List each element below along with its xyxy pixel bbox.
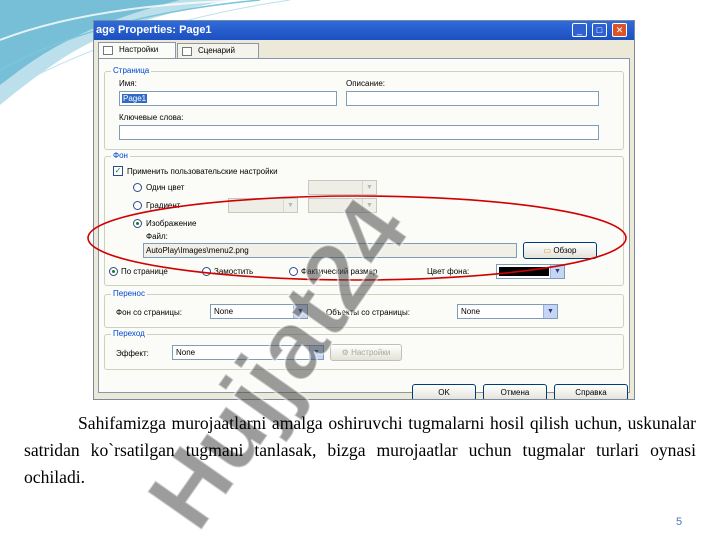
gradient-color2-combo[interactable]: ▼ — [308, 198, 377, 213]
settings-tab-icon — [103, 46, 113, 55]
chevron-down-icon: ▼ — [283, 199, 297, 212]
name-field[interactable]: Page1 — [119, 91, 337, 106]
browse-button[interactable]: ▭ Обзор — [523, 242, 597, 259]
effect-combo[interactable]: None ▼ — [172, 345, 324, 360]
solid-color-combo[interactable]: ▼ — [308, 180, 377, 195]
background-group: Фон ✓ Применить пользовательские настрой… — [104, 151, 624, 286]
objects-from-page-label: Объекты со страницы: — [326, 308, 410, 317]
mode-tile-radio[interactable] — [202, 267, 211, 276]
mode-center-label: По странице — [121, 267, 168, 276]
script-tab-icon — [182, 47, 192, 56]
tab-script-label: Сценарий — [198, 46, 235, 55]
file-path-field[interactable]: AutoPlay\Images\menu2.png — [143, 243, 517, 258]
description-label: Описание: — [346, 79, 386, 88]
effect-value: None — [176, 348, 196, 357]
browse-label: Обзор — [553, 246, 577, 255]
objects-from-page-value: None — [461, 307, 481, 316]
mode-center-radio[interactable] — [109, 267, 118, 276]
color-swatch — [499, 267, 549, 276]
dialog-title: age Properties: Page1 — [94, 21, 634, 40]
page-group-title: Страница — [111, 66, 152, 75]
bg-from-page-value: None — [214, 307, 234, 316]
effect-label: Эффект: — [116, 349, 149, 358]
file-label: Файл: — [146, 232, 168, 241]
image-radio[interactable] — [133, 219, 142, 228]
chevron-down-icon: ▼ — [543, 305, 557, 318]
page-properties-dialog: age Properties: Page1 _ □ ✕ Настройки Сц… — [93, 20, 635, 400]
mode-tile-label: Замостить — [214, 267, 254, 276]
bg-color-label: Цвет фона: — [427, 267, 470, 276]
transition-settings-button[interactable]: ⚙ Настройки — [330, 344, 402, 361]
bg-from-page-combo[interactable]: None ▼ — [210, 304, 308, 319]
transfer-group: Перенос Фон со страницы: None ▼ Объекты с… — [104, 289, 624, 328]
help-button[interactable]: Справка — [554, 384, 628, 399]
mode-actual-label: Фактический размер — [301, 267, 378, 276]
keywords-label: Ключевые слова: — [119, 113, 184, 122]
bg-color-combo[interactable]: ▼ — [496, 264, 565, 279]
gear-icon: ⚙ — [341, 348, 352, 357]
use-custom-checkbox[interactable]: ✓ — [113, 166, 123, 176]
tab-settings[interactable]: Настройки — [98, 42, 176, 59]
folder-icon: ▭ — [543, 246, 554, 255]
gradient-color1-combo[interactable]: ▼ — [228, 198, 298, 213]
description-field[interactable] — [346, 91, 599, 106]
objects-from-page-combo[interactable]: None ▼ — [457, 304, 558, 319]
cancel-button[interactable]: Отмена — [483, 384, 547, 399]
caption-paragraph: Sahifamizga murojaatlarni amalga oshiruv… — [24, 413, 696, 487]
transfer-group-title: Перенос — [111, 289, 147, 298]
use-custom-label: Применить пользовательские настройки — [127, 167, 278, 176]
gradient-label: Градиент — [146, 201, 181, 210]
chevron-down-icon: ▼ — [309, 346, 323, 359]
chevron-down-icon: ▼ — [550, 265, 564, 278]
chevron-down-icon: ▼ — [362, 199, 376, 212]
transition-group: Переход Эффект: None ▼ ⚙ Настройки — [104, 329, 624, 370]
minimize-button[interactable]: _ — [572, 23, 587, 37]
transition-settings-label: Настройки — [351, 348, 391, 357]
chevron-down-icon: ▼ — [362, 181, 376, 194]
image-label: Изображение — [146, 219, 197, 228]
background-group-title: Фон — [111, 151, 130, 160]
bg-from-page-label: Фон со страницы: — [116, 308, 182, 317]
gradient-radio[interactable] — [133, 201, 142, 210]
keywords-field[interactable] — [119, 125, 599, 140]
mode-actual-radio[interactable] — [289, 267, 298, 276]
page-group: Страница Имя: Page1 Описание: Ключевые с… — [104, 66, 624, 150]
transition-group-title: Переход — [111, 329, 147, 338]
solid-color-label: Один цвет — [146, 183, 185, 192]
settings-panel: Страница Имя: Page1 Описание: Ключевые с… — [98, 58, 630, 393]
close-button[interactable]: ✕ — [612, 23, 627, 37]
maximize-button[interactable]: □ — [592, 23, 607, 37]
name-label: Имя: — [119, 79, 137, 88]
tab-settings-label: Настройки — [119, 45, 159, 54]
tab-script[interactable]: Сценарий — [177, 43, 259, 58]
page-number: 5 — [676, 516, 683, 528]
chevron-down-icon: ▼ — [293, 305, 307, 318]
ok-button[interactable]: OK — [412, 384, 476, 399]
solid-color-radio[interactable] — [133, 183, 142, 192]
